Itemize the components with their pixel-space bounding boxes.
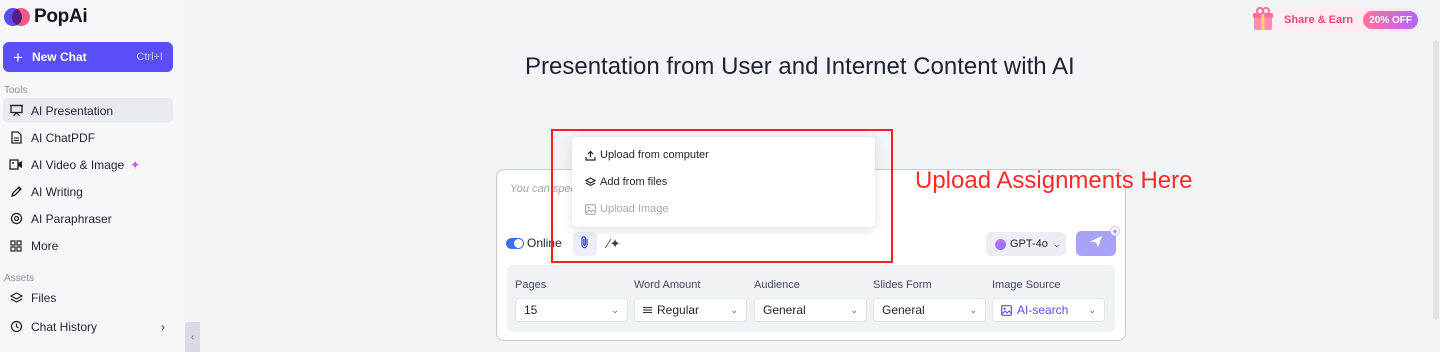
sidebar-item-label: AI Paraphraser [31,211,112,226]
scrollbar-thumb[interactable] [1433,40,1439,320]
sidebar-item-ai-video-image[interactable]: AI Video & Image ✦ [3,152,173,177]
lines-icon [643,306,652,314]
chevron-down-icon: ⌄ [1052,238,1061,249]
model-icon [995,238,1006,250]
send-button[interactable] [1076,231,1116,256]
model-selector[interactable]: GPT-4o ⌄ [986,232,1066,256]
slides-form-value: General [882,303,925,317]
chevron-down-icon: ⌄ [611,304,619,315]
paraphrase-icon [9,212,23,226]
share-earn-promo[interactable]: Share & Earn 20% OFF [1252,7,1420,32]
chevron-down-icon: ⌄ [1088,304,1096,315]
word-amount-value: Regular [657,303,700,317]
chevron-down-icon: ⌄ [969,304,977,315]
sidebar-collapse-button[interactable]: ‹ [185,322,200,352]
image-source-select[interactable]: AI-search ⌄ [992,298,1105,322]
annotation-highlight-box [551,129,893,263]
sidebar-item-label: AI Video & Image [31,157,125,172]
word-amount-select[interactable]: Regular ⌄ [634,298,747,322]
audience-value: General [763,303,806,317]
model-label: GPT-4o [1010,238,1048,250]
new-chat-button[interactable]: + New Chat Ctrl+I [3,42,173,72]
app-logo[interactable]: PopAi [4,6,88,28]
sidebar-item-label: AI ChatPDF [31,130,96,145]
tools-section-label: Tools [4,85,28,96]
sidebar-item-files[interactable]: Files [3,285,173,310]
discount-badge: 20% OFF [1363,11,1418,29]
history-icon [9,320,23,334]
audience-label: Audience [754,279,800,291]
grid-icon [9,239,23,253]
page-title: Presentation from User and Internet Cont… [525,53,1075,80]
sidebar-item-chat-history[interactable]: Chat History › [3,314,173,339]
sidebar-item-ai-writing[interactable]: AI Writing [3,179,173,204]
sparkle-icon: ✦ [130,157,141,172]
chevron-left-icon: ‹ [190,331,195,343]
gift-icon [1248,4,1278,34]
pages-value: 15 [524,303,538,317]
pen-icon [9,185,23,199]
sidebar: PopAi + New Chat Ctrl+I Tools AI Present… [0,0,185,352]
toggle-switch[interactable] [506,237,524,249]
sidebar-item-label: Chat History [31,319,98,334]
sidebar-item-label: Files [31,290,57,305]
sidebar-item-ai-chatpdf[interactable]: AI ChatPDF [3,125,173,150]
sidebar-item-ai-presentation[interactable]: AI Presentation [3,98,173,123]
sidebar-item-label: More [31,238,59,253]
plus-icon: + [13,47,23,67]
media-icon [9,158,23,172]
slides-form-select[interactable]: General ⌄ [873,298,986,322]
send-icon [1089,235,1103,253]
sidebar-item-label: AI Presentation [31,103,114,118]
new-chat-shortcut: Ctrl+I [136,51,163,63]
chevron-down-icon: ⌄ [730,304,738,315]
pages-select[interactable]: 15 ⌄ [515,298,628,322]
chevron-right-icon: › [161,319,165,334]
gem-icon: ◆ [1110,226,1120,236]
assets-section-label: Assets [4,273,35,284]
pages-label: Pages [515,279,547,291]
document-icon [9,131,23,145]
chevron-down-icon: ⌄ [850,304,858,315]
promo-label: Share & Earn [1284,14,1354,26]
presentation-icon [9,104,23,118]
sidebar-item-ai-paraphraser[interactable]: AI Paraphraser [3,206,173,231]
slides-form-label: Slides Form [873,279,932,291]
sidebar-item-more[interactable]: More [3,233,173,258]
word-amount-label: Word Amount [634,279,701,291]
new-chat-label: New Chat [31,50,87,64]
app-name: PopAi [34,6,88,27]
popai-logo-icon [4,7,30,27]
audience-select[interactable]: General ⌄ [754,298,867,322]
image-source-value: AI-search [1017,303,1069,317]
image-source-label: Image Source [992,279,1061,291]
layers-icon [9,291,23,305]
sidebar-item-label: AI Writing [31,184,83,199]
image-icon [1001,304,1012,316]
annotation-text: Upload Assignments Here [915,167,1193,194]
